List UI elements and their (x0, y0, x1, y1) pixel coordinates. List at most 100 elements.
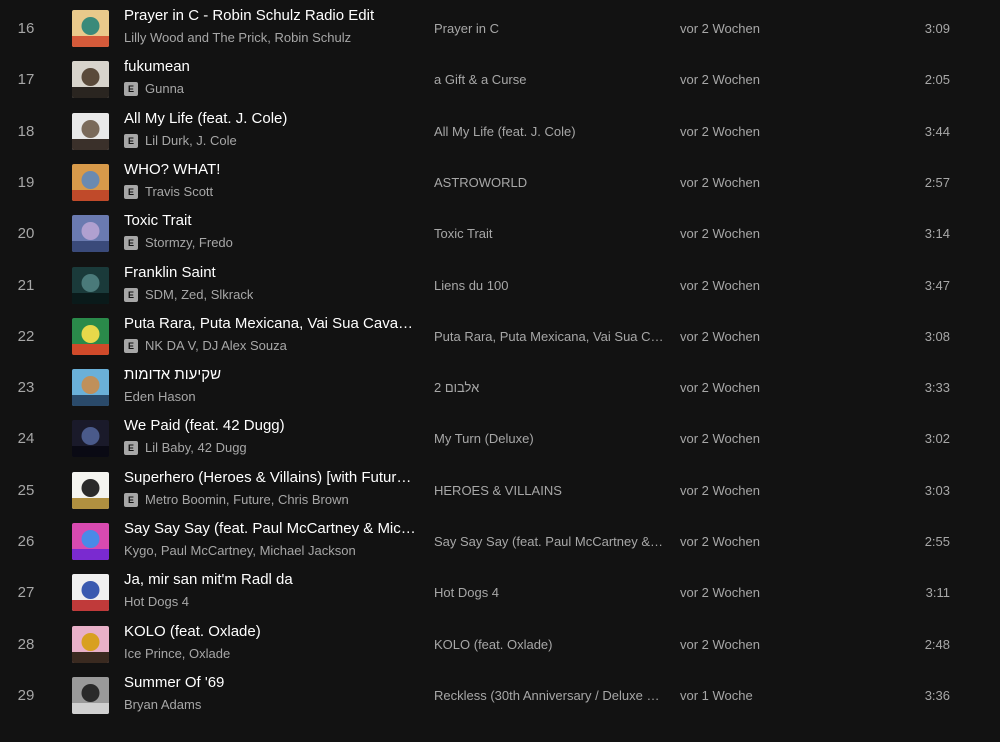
track-title[interactable]: Superhero (Heroes & Villains) [with Futu… (124, 468, 416, 488)
explicit-badge: E (124, 338, 138, 353)
track-duration: 3:08 (924, 328, 950, 344)
track-album[interactable]: HEROES & VILLAINS (434, 465, 666, 516)
track-row[interactable]: 24 We Paid (feat. 42 Dugg) E Lil Baby, 42 D… (0, 413, 1000, 464)
track-row[interactable]: 25 Superhero (Heroes & Villains) [with Fu… (0, 465, 1000, 516)
track-title[interactable]: Prayer in C - Robin Schulz Radio Edit (124, 6, 416, 26)
album-cover-art (72, 471, 109, 509)
track-album[interactable]: Puta Rara, Puta Mexicana, Vai Sua Cavalo… (434, 311, 666, 362)
track-artists[interactable]: Eden Hason (124, 388, 196, 406)
track-row[interactable]: 20 Toxic Trait E Stormzy, Fredo Toxic Trait v… (0, 208, 1000, 259)
track-subline: Ice Prince, Oxlade (124, 645, 416, 663)
album-cover[interactable] (72, 471, 109, 509)
track-row[interactable]: 26 Say Say Say (feat. Paul McCartney & Mi… (0, 516, 1000, 567)
album-cover[interactable] (72, 317, 109, 355)
track-subline: E Gunna (124, 80, 416, 98)
album-cover[interactable] (72, 112, 109, 150)
track-album[interactable]: All My Life (feat. J. Cole) (434, 106, 666, 157)
album-cover[interactable] (72, 266, 109, 304)
track-artists[interactable]: SDM, Zed, Slkrack (145, 286, 253, 304)
track-artists[interactable]: Lil Baby, 42 Dugg (145, 439, 247, 457)
track-artists[interactable]: Lil Durk, J. Cole (145, 132, 237, 150)
track-row[interactable]: 18 All My Life (feat. J. Cole) E Lil Durk, … (0, 106, 1000, 157)
explicit-badge: E (124, 133, 138, 148)
track-title[interactable]: Toxic Trait (124, 211, 416, 231)
track-row[interactable]: 22 Puta Rara, Puta Mexicana, Vai Sua Cava… (0, 311, 1000, 362)
explicit-badge: E (124, 441, 138, 456)
track-row[interactable]: 29 Summer Of '69 Bryan Adams Reckless (30th… (0, 670, 1000, 721)
date-added: vor 2 Wochen (680, 482, 760, 498)
track-album[interactable]: אלבום 2 (434, 362, 666, 413)
track-album[interactable]: Prayer in C (434, 3, 666, 54)
track-subline: E Metro Boomin, Future, Chris Brown (124, 491, 416, 509)
track-album[interactable]: My Turn (Deluxe) (434, 413, 666, 464)
album-cover[interactable] (72, 625, 109, 663)
track-album[interactable]: Hot Dogs 4 (434, 567, 666, 618)
track-row[interactable]: 17 fukumean E Gunna a Gift & a Curse vor 2 Wo… (0, 54, 1000, 105)
track-title[interactable]: WHO? WHAT! (124, 160, 416, 180)
track-row[interactable]: 28 KOLO (feat. Oxlade) Ice Prince, Oxlade K… (0, 619, 1000, 670)
track-title[interactable]: Ja, mir san mit'm Radl da (124, 570, 416, 590)
track-row[interactable]: 19 WHO? WHAT! E Travis Scott ASTROWORLD vor 2… (0, 157, 1000, 208)
track-artists[interactable]: Bryan Adams (124, 696, 201, 714)
track-album[interactable]: Liens du 100 (434, 260, 666, 311)
album-cover[interactable] (72, 676, 109, 714)
track-title[interactable]: שקיעות אדומות (124, 365, 416, 385)
track-artists[interactable]: Travis Scott (145, 183, 213, 201)
track-number: 23 (17, 379, 35, 397)
date-added: vor 2 Wochen (680, 174, 760, 190)
track-row[interactable]: 27 Ja, mir san mit'm Radl da Hot Dogs 4 Hot… (0, 567, 1000, 618)
album-cover[interactable] (72, 523, 109, 560)
album-cover[interactable] (72, 369, 109, 407)
album-cover-art (72, 266, 109, 304)
track-title[interactable]: We Paid (feat. 42 Dugg) (124, 416, 416, 436)
track-artists[interactable]: Kygo, Paul McCartney, Michael Jackson (124, 542, 356, 560)
track-artists[interactable]: Lilly Wood and The Prick, Robin Schulz (124, 29, 351, 47)
track-title[interactable]: fukumean (124, 57, 416, 77)
album-cover[interactable] (72, 215, 109, 253)
album-cover[interactable] (72, 10, 109, 47)
track-album[interactable]: Toxic Trait (434, 208, 666, 259)
track-number: 28 (17, 635, 35, 653)
track-artists[interactable]: Stormzy, Fredo (145, 234, 233, 252)
track-artists[interactable]: Metro Boomin, Future, Chris Brown (145, 491, 349, 509)
date-added: vor 2 Wochen (680, 380, 760, 396)
track-subline: Hot Dogs 4 (124, 593, 416, 611)
track-number: 17 (17, 71, 35, 89)
date-added: vor 2 Wochen (680, 585, 760, 601)
track-duration: 3:03 (924, 482, 950, 498)
track-number: 19 (17, 173, 35, 191)
track-artists[interactable]: NK DA V, DJ Alex Souza (145, 337, 287, 355)
track-album[interactable]: KOLO (feat. Oxlade) (434, 619, 666, 670)
album-cover[interactable] (72, 61, 109, 99)
track-title[interactable]: Say Say Say (feat. Paul McCartney & Mich… (124, 519, 416, 539)
track-album[interactable]: Say Say Say (feat. Paul McCartney & Mich… (434, 516, 666, 567)
track-number: 24 (17, 430, 35, 448)
track-album[interactable]: a Gift & a Curse (434, 54, 666, 105)
track-row[interactable]: 21 Franklin Saint E SDM, Zed, Slkrack Liens … (0, 260, 1000, 311)
date-added: vor 2 Wochen (680, 277, 760, 293)
album-cover[interactable] (72, 420, 109, 458)
album-cover[interactable] (72, 574, 109, 612)
date-added: vor 2 Wochen (680, 72, 760, 88)
track-album[interactable]: ASTROWORLD (434, 157, 666, 208)
track-artists[interactable]: Gunna (145, 80, 184, 98)
track-row[interactable]: 23 שקיעות אדומות Eden Hason אלבום 2 vor 2 Wo… (0, 362, 1000, 413)
date-added: vor 2 Wochen (680, 431, 760, 447)
track-row[interactable]: 16 Prayer in C - Robin Schulz Radio Edit L… (0, 3, 1000, 54)
track-subline: E NK DA V, DJ Alex Souza (124, 337, 416, 355)
album-cover-art (72, 215, 109, 253)
track-title[interactable]: KOLO (feat. Oxlade) (124, 622, 416, 642)
track-subline: E Stormzy, Fredo (124, 234, 416, 252)
track-title[interactable]: Summer Of '69 (124, 673, 416, 693)
album-cover-art (72, 420, 109, 458)
track-title[interactable]: All My Life (feat. J. Cole) (124, 109, 416, 129)
track-artists[interactable]: Hot Dogs 4 (124, 593, 189, 611)
track-duration: 3:11 (925, 585, 950, 601)
track-title[interactable]: Puta Rara, Puta Mexicana, Vai Sua Cavalo… (124, 314, 416, 334)
track-subline: Kygo, Paul McCartney, Michael Jackson (124, 542, 416, 560)
album-cover[interactable] (72, 163, 109, 201)
track-album[interactable]: Reckless (30th Anniversary / Deluxe Edit… (434, 670, 666, 721)
track-artists[interactable]: Ice Prince, Oxlade (124, 645, 230, 663)
track-title[interactable]: Franklin Saint (124, 263, 416, 283)
track-duration: 2:05 (924, 72, 950, 88)
